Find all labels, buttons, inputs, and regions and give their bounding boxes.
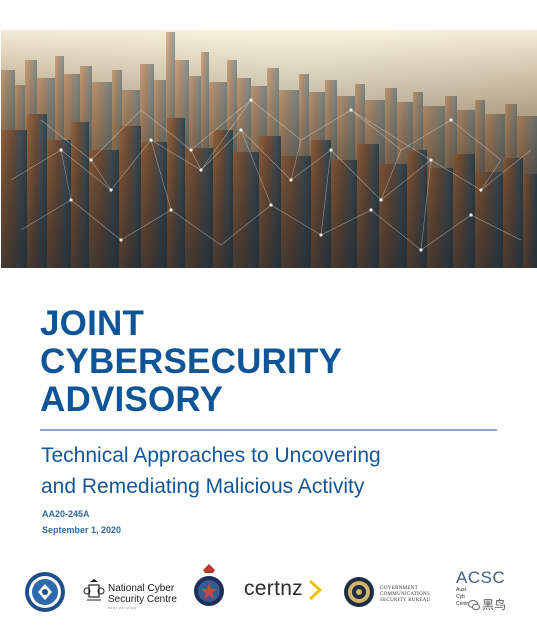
cisa-seal-icon (25, 572, 65, 612)
publication-date: September 1, 2020 (42, 525, 122, 535)
gcsb-name: GOVERNMENT COMMUNICATIONS SECURITY BUREA… (380, 586, 431, 604)
royal-crest-icon (83, 579, 105, 601)
city-network-image (1, 30, 537, 268)
watermark: 黑鸟 (468, 596, 506, 613)
title-line: ADVISORY (40, 380, 224, 419)
cccs-badge-icon (194, 564, 224, 606)
document-title: JOINT CYBERSECURITY ADVISORY (40, 305, 342, 419)
advisory-id: AA20-245A (42, 509, 90, 519)
subtitle-line: Technical Approaches to Uncovering (41, 444, 381, 467)
certnz-chevron-icon (308, 580, 322, 600)
title-divider (40, 429, 497, 431)
title-line: CYBERSECURITY (40, 342, 343, 381)
watermark-text: 黑鸟 (482, 598, 507, 612)
ncsc-name-line: National Cyber (108, 583, 175, 594)
acsc-subtitle: Aust Cyb Centr (456, 587, 468, 608)
ncsc-name: National Cyber Security Centre (108, 583, 177, 605)
document-cover: JOINT CYBERSECURITY ADVISORY Technical A… (0, 0, 537, 626)
chat-bubble-icon (468, 600, 480, 611)
gcsb-name-line: SECURITY BUREAU (380, 598, 431, 603)
ncsc-subtitle: PART OF GCHQ (108, 606, 137, 610)
document-meta: AA20-245A September 1, 2020 (42, 506, 121, 538)
title-line: JOINT (40, 304, 145, 343)
subtitle-line: and Remediating Malicious Activity (41, 475, 365, 498)
document-subtitle: Technical Approaches to Uncovering and R… (41, 440, 381, 502)
gcsb-seal-icon (344, 577, 374, 607)
certnz-logo-text: certnz (244, 577, 303, 600)
acsc-subtitle-line: Aust (456, 587, 467, 593)
acsc-subtitle-line: Cyb (456, 594, 465, 600)
acsc-logo-text: ACSC (456, 568, 506, 587)
ncsc-name-line: Security Centre (108, 594, 177, 605)
acsc-subtitle-line: Centr (456, 601, 469, 607)
